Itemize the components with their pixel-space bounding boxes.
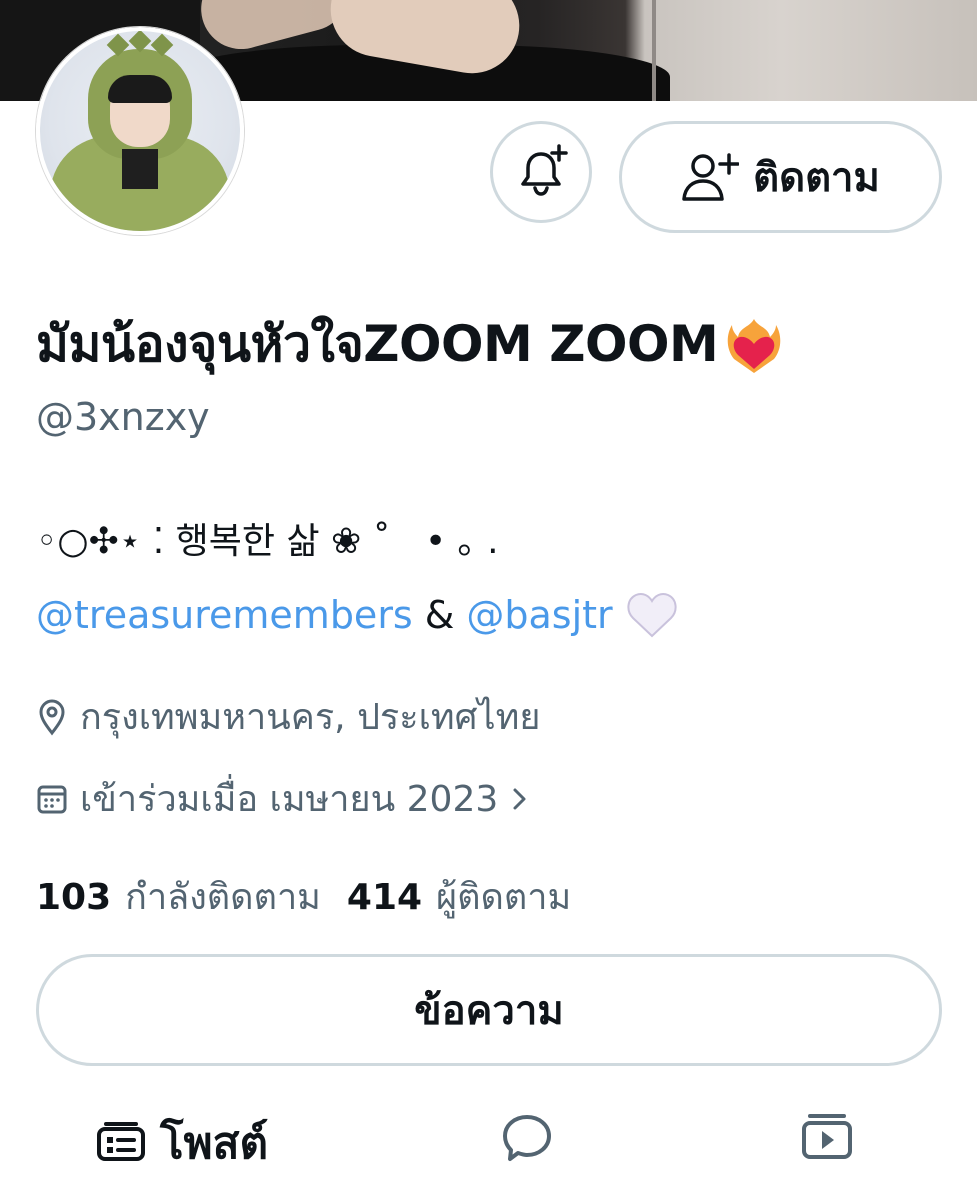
bio-line: ◦○✣⋆ ⁚ 행복한 삶 ❀ ˚ • ｡ . — [36, 521, 499, 562]
video-gallery-icon — [802, 1114, 852, 1159]
posts-icon — [97, 1122, 145, 1161]
bio-ampersand: & — [424, 593, 455, 637]
following-count: 103 — [36, 877, 112, 918]
avatar[interactable] — [36, 27, 244, 235]
following-label: กำลังติดตาม — [125, 877, 321, 918]
following-stat[interactable]: 103 กำลังติดตาม — [36, 868, 321, 925]
banner-wall-edge — [652, 0, 656, 101]
profile-joined[interactable]: เข้าร่วมเมื่อ เมษายน 2023 — [36, 770, 530, 827]
notify-bell-button[interactable] — [490, 121, 592, 223]
display-name: มัมน้องจุนหัวใจZOOM ZOOM — [36, 305, 784, 384]
calendar-icon — [37, 785, 67, 813]
heart-on-fire-icon — [727, 318, 781, 373]
follow-button[interactable]: ติดตาม — [619, 121, 942, 233]
followers-count: 414 — [346, 877, 423, 918]
display-name-text: มัมน้องจุนหัวใจZOOM ZOOM — [36, 315, 719, 373]
follow-stats: 103 กำลังติดตาม 414 ผู้ติดตาม — [36, 868, 571, 925]
white-heart-icon — [627, 592, 677, 638]
mention-link[interactable]: @treasuremembers — [36, 593, 413, 637]
user-plus-icon — [682, 153, 740, 201]
joined-text: เข้าร่วมเมื่อ เมษายน 2023 — [80, 779, 499, 820]
profile-location: กรุงเทพมหานคร, ประเทศไทย — [36, 688, 540, 745]
tab-posts-label: โพสต์ — [160, 1118, 269, 1169]
followers-stat[interactable]: 414 ผู้ติดตาม — [347, 868, 571, 925]
message-button-label: ข้อความ — [414, 988, 564, 1034]
mention-link[interactable]: @basjtr — [466, 593, 612, 637]
follow-button-label: ติดตาม — [753, 155, 880, 201]
avatar-hair — [108, 75, 172, 103]
chevron-right-icon — [513, 788, 526, 809]
location-text: กรุงเทพมหานคร, ประเทศไทย — [80, 697, 541, 738]
tab-replies[interactable] — [500, 1112, 554, 1168]
avatar-shirt — [122, 149, 158, 189]
message-button[interactable]: ข้อความ — [36, 954, 942, 1066]
tab-posts[interactable]: โพสต์ — [96, 1108, 268, 1178]
followers-label: ผู้ติดตาม — [436, 877, 572, 918]
chat-bubble-icon — [503, 1115, 551, 1161]
bio-mentions: @treasuremembers & @basjtr — [36, 590, 679, 640]
tab-media[interactable] — [800, 1112, 854, 1166]
bell-plus-icon — [521, 144, 568, 196]
location-pin-icon — [39, 698, 65, 735]
handle: @3xnzxy — [36, 395, 210, 439]
